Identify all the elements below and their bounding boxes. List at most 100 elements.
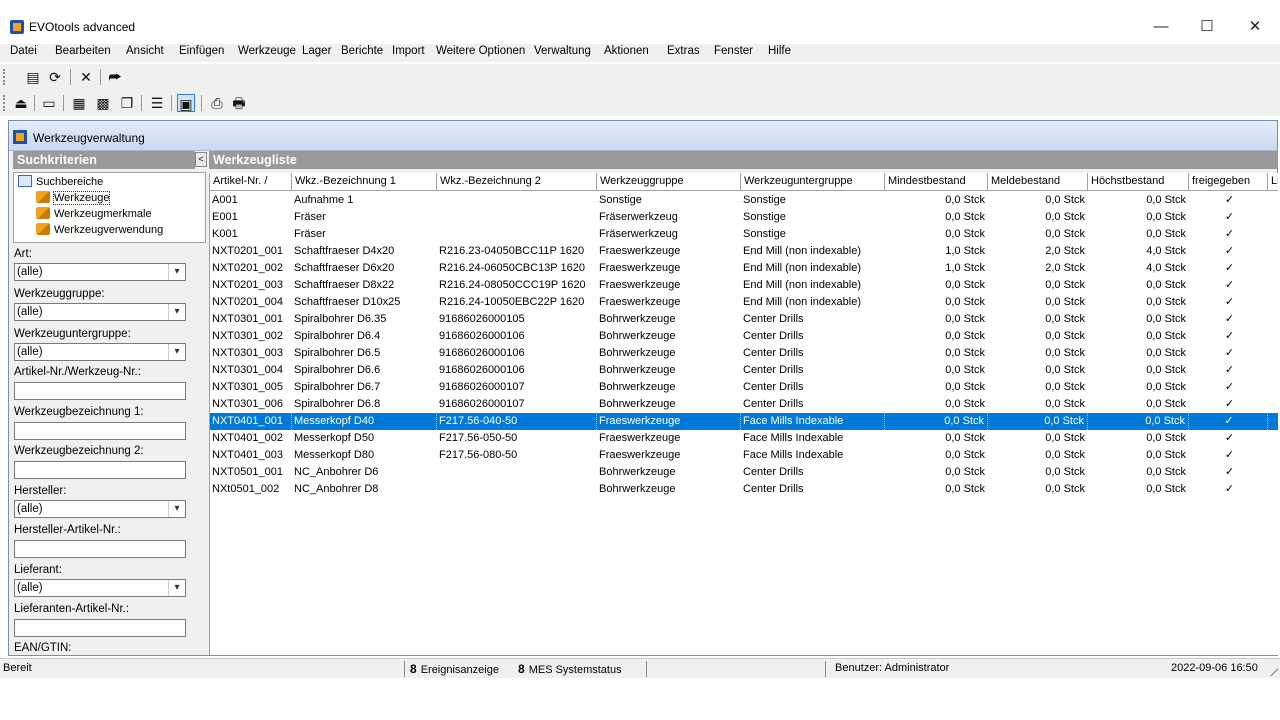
artikelnr-input[interactable] [14, 382, 186, 400]
art-select[interactable]: (alle) ▾ [14, 263, 186, 281]
collapse-panel-button[interactable]: < [195, 152, 207, 167]
chevron-down-icon[interactable]: ▾ [168, 264, 185, 280]
chevron-down-icon[interactable]: ▾ [168, 580, 185, 596]
event-viewer-button[interactable]: 8 Ereignisanzeige [410, 662, 499, 676]
table-row[interactable]: NXT0401_001 Messerkopf D40 F217.56-040-50 F… [210, 413, 1278, 430]
menu-weitere-optionen[interactable]: Weitere Optionen [436, 45, 525, 57]
column-header-mindestbestand[interactable]: Mindestbestand [885, 173, 988, 191]
cell-freigegeben[interactable]: ✓ [1189, 464, 1268, 481]
table-row[interactable]: NXT0201_001 Schaftfraeser D4x20 R216.23-04… [210, 243, 1278, 260]
print-icon[interactable]: 🖶 [230, 94, 248, 112]
table-row[interactable]: NXT0501_001 NC_Anbohrer D6 Bohrwerkzeuge Ce… [210, 464, 1278, 481]
menu-aktionen[interactable]: Aktionen [604, 45, 649, 57]
exit-icon[interactable]: ⮫ [106, 68, 124, 86]
menu-ansicht[interactable]: Ansicht [126, 45, 164, 57]
menu-bearbeiten[interactable]: Bearbeiten [55, 45, 111, 57]
tree-item-werkzeugverwendung[interactable]: Werkzeugverwendung [36, 223, 163, 236]
menu-fenster[interactable]: Fenster [714, 45, 753, 57]
cell-freigegeben[interactable]: ✓ [1189, 396, 1268, 413]
close-icon[interactable]: ✕ [77, 68, 95, 86]
view-1-icon[interactable]: ▦ [70, 94, 88, 112]
column-header-hoechstbestand[interactable]: Höchstbestand [1088, 173, 1189, 191]
table-row[interactable]: NXT0401_003 Messerkopf D80 F217.56-080-50 F… [210, 447, 1278, 464]
table-row[interactable]: NXT0301_005 Spiralbohrer D6.7 916860260001… [210, 379, 1278, 396]
table-row[interactable]: NXT0301_003 Spiralbohrer D6.5 916860260001… [210, 345, 1278, 362]
werkzeuggruppe-select[interactable]: (alle) ▾ [14, 303, 186, 321]
column-header-werkzeuguntergruppe[interactable]: Werkzeuguntergruppe [741, 173, 885, 191]
table-row[interactable]: NXT0301_004 Spiralbohrer D6.6 916860260001… [210, 362, 1278, 379]
cell-freigegeben[interactable]: ✓ [1189, 328, 1268, 345]
cell-freigegeben[interactable]: ✓ [1189, 209, 1268, 226]
table-row[interactable]: NXT0401_002 Messerkopf D50 F217.56-050-50 F… [210, 430, 1278, 447]
menu-lager[interactable]: Lager [302, 45, 331, 57]
lieferant-select[interactable]: (alle) ▾ [14, 579, 186, 597]
folder-open-icon[interactable]: ▭ [40, 94, 58, 112]
table-row[interactable]: NXT0201_002 Schaftfraeser D6x20 R216.24-06… [210, 260, 1278, 277]
cell-freigegeben[interactable]: ✓ [1189, 413, 1268, 430]
table-row[interactable]: NXT0301_002 Spiralbohrer D6.4 916860260001… [210, 328, 1278, 345]
cell-freigegeben[interactable]: ✓ [1189, 277, 1268, 294]
column-header-werkzeuggruppe[interactable]: Werkzeuggruppe [597, 173, 741, 191]
cell-freigegeben[interactable]: ✓ [1189, 243, 1268, 260]
cell-freigegeben[interactable]: ✓ [1189, 362, 1268, 379]
close-window-button[interactable]: ✕ [1232, 13, 1278, 41]
table-row[interactable]: NXT0301_001 Spiralbohrer D6.35 91686026000… [210, 311, 1278, 328]
chevron-down-icon[interactable]: ▾ [168, 501, 185, 517]
menu-extras[interactable]: Extras [667, 45, 700, 57]
table-row[interactable]: NXT0301_006 Spiralbohrer D6.8 916860260001… [210, 396, 1278, 413]
cell-freigegeben[interactable]: ✓ [1189, 311, 1268, 328]
cell-freigegeben[interactable]: ✓ [1189, 447, 1268, 464]
menu-datei[interactable]: Datei [10, 45, 37, 57]
menu-berichte[interactable]: Berichte [341, 45, 383, 57]
cell-freigegeben[interactable]: ✓ [1189, 226, 1268, 243]
copy-icon[interactable]: ❐ [118, 94, 136, 112]
tree-item-werkzeugmerkmale[interactable]: Werkzeugmerkmale [36, 207, 152, 220]
column-header-more[interactable]: Li [1268, 173, 1278, 191]
bezeichnung1-input[interactable] [14, 422, 186, 440]
chevron-down-icon[interactable]: ▾ [168, 304, 185, 320]
export-icon[interactable]: ⏏ [12, 94, 30, 112]
refresh-icon[interactable]: ⟳ [46, 68, 64, 86]
panel-icon[interactable]: ▣ [177, 94, 195, 112]
preview-icon[interactable]: ⎙ [208, 94, 226, 112]
menu-hilfe[interactable]: Hilfe [768, 45, 791, 57]
bezeichnung2-input[interactable] [14, 461, 186, 479]
maximize-button[interactable]: ☐ [1184, 13, 1230, 41]
cell-freigegeben[interactable]: ✓ [1189, 430, 1268, 447]
minimize-button[interactable]: — [1138, 13, 1184, 41]
cell-freigegeben[interactable]: ✓ [1189, 260, 1268, 277]
cell-freigegeben[interactable]: ✓ [1189, 294, 1268, 311]
resize-grip[interactable] [1268, 666, 1278, 676]
table-row[interactable]: NXt0501_002 NC_Anbohrer D8 Bohrwerkzeuge Ce… [210, 481, 1278, 498]
table-row[interactable]: K001 Fräser Fräserwerkzeug Sonstige 0,0 Stck… [210, 226, 1278, 243]
tree-root-suchbereiche[interactable]: Suchbereiche [18, 175, 103, 188]
werkzeuguntergruppe-select[interactable]: (alle) ▾ [14, 343, 186, 361]
toolbar-grip[interactable] [3, 69, 6, 85]
mes-status-button[interactable]: 8 MES Systemstatus [518, 662, 622, 676]
hersteller-artikelnr-input[interactable] [14, 540, 186, 558]
column-header-bezeichnung2[interactable]: Wkz.-Bezeichnung 2 [437, 173, 597, 191]
column-header-artikelnr[interactable]: Artikel-Nr. / [210, 173, 292, 191]
menu-import[interactable]: Import [392, 45, 425, 57]
folder-report-icon[interactable]: ▤ [24, 68, 42, 86]
hersteller-select[interactable]: (alle) ▾ [14, 500, 186, 518]
view-2-icon[interactable]: ▩ [94, 94, 112, 112]
table-row[interactable]: A001 Aufnahme 1 Sonstige Sonstige 0,0 Stck 0,… [210, 192, 1278, 209]
cell-freigegeben[interactable]: ✓ [1189, 481, 1268, 498]
cell-freigegeben[interactable]: ✓ [1189, 345, 1268, 362]
cell-freigegeben[interactable]: ✓ [1189, 379, 1268, 396]
cell-freigegeben[interactable]: ✓ [1189, 192, 1268, 209]
table-row[interactable]: NXT0201_003 Schaftfraeser D8x22 R216.24-08… [210, 277, 1278, 294]
column-header-freigegeben[interactable]: freigegeben [1189, 173, 1268, 191]
menu-verwaltung[interactable]: Verwaltung [534, 45, 591, 57]
lieferanten-artikelnr-input[interactable] [14, 619, 186, 637]
column-header-meldebestand[interactable]: Meldebestand [988, 173, 1088, 191]
list-icon[interactable]: ☰ [148, 94, 166, 112]
menu-einfuegen[interactable]: Einfügen [179, 45, 224, 57]
toolbar-grip[interactable] [3, 95, 6, 111]
column-header-bezeichnung1[interactable]: Wkz.-Bezeichnung 1 [292, 173, 437, 191]
chevron-down-icon[interactable]: ▾ [168, 344, 185, 360]
menu-werkzeuge[interactable]: Werkzeuge [238, 45, 296, 57]
table-row[interactable]: NXT0201_004 Schaftfraeser D10x25 R216.24-1… [210, 294, 1278, 311]
table-row[interactable]: E001 Fräser Fräserwerkzeug Sonstige 0,0 Stck… [210, 209, 1278, 226]
